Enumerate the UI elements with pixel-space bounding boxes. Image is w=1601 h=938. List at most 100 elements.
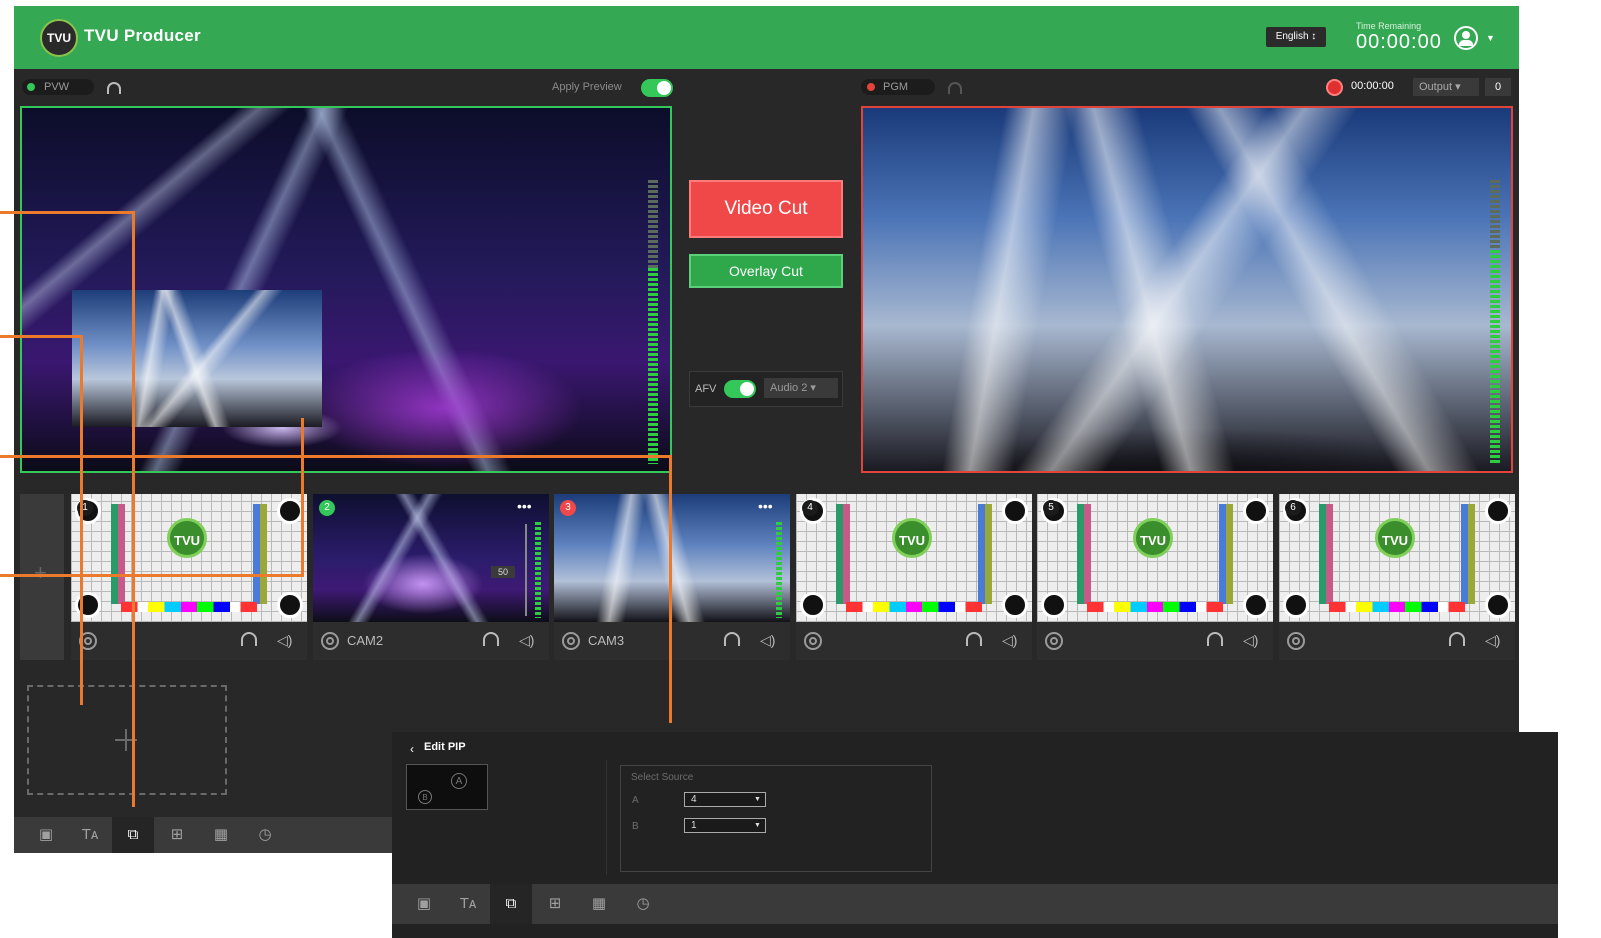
chevron-down-icon[interactable]: ▼: [754, 796, 761, 803]
source-tile[interactable]: ••• 50 2 CAM2 ◁): [313, 494, 549, 660]
testcard-bar: [978, 504, 985, 604]
testcard-corner: [277, 498, 303, 524]
speaker-icon[interactable]: ◁): [519, 632, 534, 649]
headphone-icon[interactable]: [966, 632, 982, 646]
testcard-bar: [118, 504, 125, 604]
speaker-icon[interactable]: ◁): [277, 632, 292, 649]
clock-tool-icon[interactable]: ◷: [255, 825, 275, 845]
pvw-status-dot: [27, 83, 35, 91]
testcard-bar: [1326, 504, 1333, 604]
source-thumbnail[interactable]: TVU 4: [796, 494, 1032, 622]
headphone-icon[interactable]: [724, 632, 740, 646]
audio-meter-left: [648, 180, 658, 268]
source-tile-toolbar: ◁): [796, 624, 1032, 656]
headphone-icon[interactable]: [107, 82, 121, 94]
speaker-icon[interactable]: ◁): [1485, 632, 1500, 649]
testcard-bar: [111, 504, 118, 604]
testcard-corner: [75, 592, 101, 618]
audio-meter-right-active: [1490, 250, 1500, 464]
source-thumbnail[interactable]: ••• 50 2: [313, 494, 549, 622]
preview-pip-window[interactable]: [72, 290, 322, 427]
source-number-badge: 5: [1043, 500, 1059, 516]
speaker-icon[interactable]: ◁): [1243, 632, 1258, 649]
text-tool-icon[interactable]: Tᴀ: [80, 825, 100, 845]
source-tile[interactable]: TVU 6 ◁): [1279, 494, 1515, 660]
output-selector[interactable]: Output ▾: [1413, 78, 1479, 96]
source-thumbnail[interactable]: TVU 5: [1037, 494, 1273, 622]
headphone-icon[interactable]: [1207, 632, 1223, 646]
pip-tool-icon[interactable]: ⧉: [501, 894, 521, 914]
source-thumbnail[interactable]: ••• 3: [554, 494, 790, 622]
time-remaining-value: 00:00:00: [1356, 31, 1442, 53]
app-title: TVU Producer: [84, 26, 201, 45]
source-thumbnail[interactable]: TVU 1: [71, 494, 307, 622]
source-thumbnail[interactable]: TVU 6: [1279, 494, 1515, 622]
user-head-shape: [1462, 31, 1470, 39]
testcard-corner: [1485, 498, 1511, 524]
image-tool-icon[interactable]: ▣: [36, 825, 56, 845]
source-tile[interactable]: TVU 5 ◁): [1037, 494, 1273, 660]
plus-icon: +: [34, 560, 47, 585]
testcard-bar: [1461, 504, 1468, 604]
source-tile[interactable]: ••• 3 CAM3 ◁): [554, 494, 790, 660]
audio-source-select[interactable]: Audio 2 ▾: [764, 378, 838, 398]
source-tile-toolbar: ◁): [1279, 624, 1515, 656]
video-tool-icon[interactable]: ▦: [211, 825, 231, 845]
pvw-label-text: PVW: [44, 81, 70, 93]
plus-icon-vertical: [125, 729, 127, 751]
chevron-down-icon[interactable]: ▼: [1486, 33, 1495, 43]
record-time: 00:00:00: [1351, 80, 1394, 92]
gear-icon-center: [1050, 637, 1058, 645]
pip-tool-icon[interactable]: ⧉: [123, 825, 143, 845]
gear-icon-center: [84, 637, 92, 645]
source-number-badge: 4: [802, 500, 818, 516]
apply-preview-label: Apply Preview: [552, 81, 622, 93]
divider: [606, 760, 607, 875]
speaker-icon[interactable]: ◁): [760, 632, 775, 649]
overlay-toolbar: [14, 817, 394, 853]
chevron-down-icon[interactable]: ▼: [754, 822, 761, 829]
video-tool-icon[interactable]: ▦: [589, 894, 609, 914]
testcard-bar: [260, 504, 267, 604]
testcard-bar: [1219, 504, 1226, 604]
video-cut-button[interactable]: Video Cut: [689, 180, 843, 238]
more-options-icon[interactable]: •••: [517, 498, 532, 514]
add-source-button[interactable]: +: [20, 494, 64, 660]
clock-tool-icon[interactable]: ◷: [633, 894, 653, 914]
headphone-icon[interactable]: [1449, 632, 1465, 646]
toggle-knob: [740, 382, 754, 396]
volume-slider[interactable]: [525, 524, 527, 616]
volume-level[interactable]: 50: [491, 566, 515, 578]
testcard-corner: [1041, 592, 1067, 618]
record-icon[interactable]: [1326, 79, 1343, 96]
back-chevron-icon[interactable]: ‹: [410, 742, 414, 756]
testcard-bar: [985, 504, 992, 604]
text-tool-icon[interactable]: Tᴀ: [458, 894, 478, 914]
source-b-value: 1: [691, 820, 697, 831]
speaker-icon[interactable]: ◁): [1002, 632, 1017, 649]
headphone-icon[interactable]: [483, 632, 499, 646]
more-options-icon[interactable]: •••: [758, 498, 773, 514]
color-bars: [1087, 602, 1223, 612]
headphone-icon[interactable]: [241, 632, 257, 646]
color-bars: [1329, 602, 1465, 612]
pip-marker-a: A: [451, 773, 467, 789]
language-selector[interactable]: English ↕: [1266, 27, 1326, 47]
testcard-corner: [1002, 592, 1028, 618]
scoreboard-tool-icon[interactable]: ⊞: [167, 825, 187, 845]
scoreboard-tool-icon[interactable]: ⊞: [545, 894, 565, 914]
source-tile[interactable]: TVU 4 ◁): [796, 494, 1032, 660]
pip-layout-preview[interactable]: [406, 764, 488, 810]
user-body-shape: [1459, 40, 1473, 46]
testcard-corner: [1243, 592, 1269, 618]
overlay-cut-button[interactable]: Overlay Cut: [689, 254, 843, 288]
image-tool-icon[interactable]: ▣: [414, 894, 434, 914]
tvu-logo: TVU: [1375, 518, 1415, 558]
headphone-icon[interactable]: [948, 82, 962, 94]
gear-icon-center: [1292, 637, 1300, 645]
source-name: CAM2: [347, 633, 384, 648]
select-source-label: Select Source: [631, 772, 694, 783]
tvu-logo: TVU: [1133, 518, 1173, 558]
testcard-corner: [277, 592, 303, 618]
source-tile[interactable]: TVU 1 ◁): [71, 494, 307, 660]
